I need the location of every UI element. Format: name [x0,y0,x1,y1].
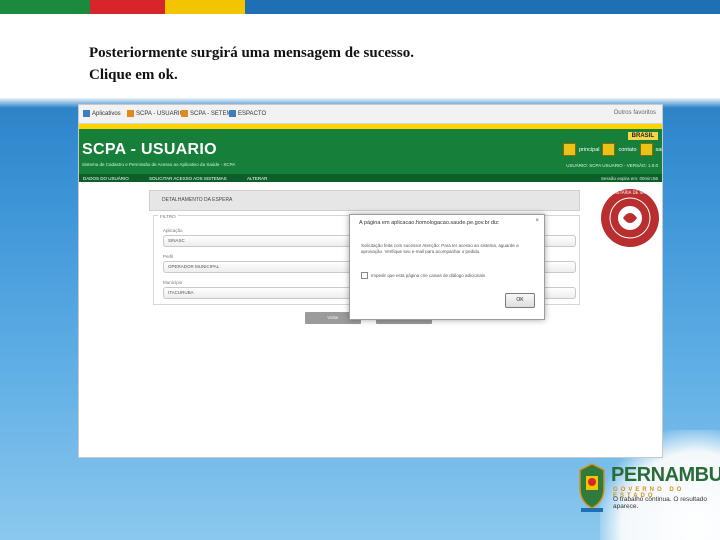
tab-detalhamento[interactable]: DETALHAMENTO DA ESPERA [149,190,580,211]
home-icon[interactable] [563,143,576,156]
field-value: OPERADOR MUNICIPAL [168,264,220,269]
bookmark-scpa-usuario[interactable]: SCPA - USUARIO [127,110,184,117]
instruction-line-2: Clique em ok. [89,67,178,83]
checkbox-icon[interactable] [361,272,368,279]
ok-button[interactable]: OK [505,293,535,308]
dialog-message: Solicitação feita com sucesso! Atenção: … [361,243,519,254]
field-label-perfil: Perfil [163,254,174,259]
bookmarks-bar: Aplicativos SCPA - USUARIO SCPA - SETEMA… [79,105,662,124]
brasil-badge: BRASIL [627,132,658,140]
state-crest-icon [579,463,605,512]
checkbox-label: Impedir que esta página crie caixas de d… [371,273,486,278]
bookmark-scpa-setema[interactable]: SCPA - SETEMA [181,110,236,117]
header-button-contato[interactable]: contato [618,147,636,153]
app-title: SCPA - USUARIO [82,141,217,158]
tab-label: DETALHAMENTO DA ESPERA [162,197,233,203]
field-value: ITACURUBA [168,290,194,295]
instruction-line-1: Posteriormente surgirá uma mensagem de s… [89,45,414,61]
nav-item-alterar[interactable]: ALTERAR [247,176,267,181]
page-icon [181,110,188,117]
nav-item-solicitar[interactable]: SOLICITAR ACESSO AOS SISTEMAS [149,176,227,181]
header-buttons: principal contato sair [563,143,662,156]
page-icon [229,110,236,117]
bookmark-label: SCPA - USUARIO [136,110,185,117]
app-header: BRASIL SCPA - USUARIO Sistema de Cadastr… [79,129,662,174]
stripe-green [0,0,90,14]
field-label-municipio: Município [163,280,183,285]
health-seal-logo: SECRETARIA DE SAÚDE [601,189,659,247]
field-label-aplicacao: Aplicação [163,228,183,233]
close-icon[interactable] [639,143,653,156]
filter-legend: FILTRO [158,214,178,219]
field-value: SINASC [168,238,185,243]
bookmark-label: Aplicativos [92,110,121,117]
session-status: Sessão expira em: 00min:56 [600,176,658,181]
logo-slogan: O trabalho continua. O resultado aparece… [613,496,707,510]
dialog-title: A página em aplicacao.homologacao.saude.… [359,220,500,226]
bookmark-label: ESPACTO [238,110,267,117]
other-bookmarks[interactable]: Outros favoritos [614,110,656,116]
top-color-stripe [0,0,720,14]
user-info: USUÁRIO: SCPA USUARIO - VERSÃO: 1.0.0 [566,163,658,168]
stripe-red [90,0,165,14]
seal-text: SECRETARIA DE SAÚDE [607,190,654,195]
apps-icon [83,110,90,117]
alert-dialog: A página em aplicacao.homologacao.saude.… [349,214,545,320]
instruction-text: Posteriormente surgirá uma mensagem de s… [89,42,414,86]
mail-icon[interactable] [602,143,616,156]
page-icon [127,110,134,117]
logo-brand: PERNAMBUCO [611,464,720,486]
close-icon[interactable]: × [535,218,539,224]
app-nav: DADOS DO USUÁRIO SOLICITAR ACESSO AOS SI… [79,174,662,182]
stripe-blue [245,0,720,14]
prevent-dialogs-checkbox[interactable]: Impedir que esta página crie caixas de d… [361,272,485,279]
browser-screenshot: Aplicativos SCPA - USUARIO SCPA - SETEMA… [78,104,663,458]
app-subtitle: Sistema de Cadastro e Permissão de Acess… [82,162,236,167]
header-button-sair[interactable]: sair [656,147,662,153]
stripe-yellow [165,0,245,14]
bookmark-apps[interactable]: Aplicativos [83,110,121,117]
header-button-principal[interactable]: principal [579,147,599,153]
pernambuco-logo: PERNAMBUCO GOVERNO DO ESTADO O trabalho … [575,460,720,520]
bookmark-espacto[interactable]: ESPACTO [229,110,266,117]
nav-item-dados[interactable]: DADOS DO USUÁRIO [83,176,129,181]
